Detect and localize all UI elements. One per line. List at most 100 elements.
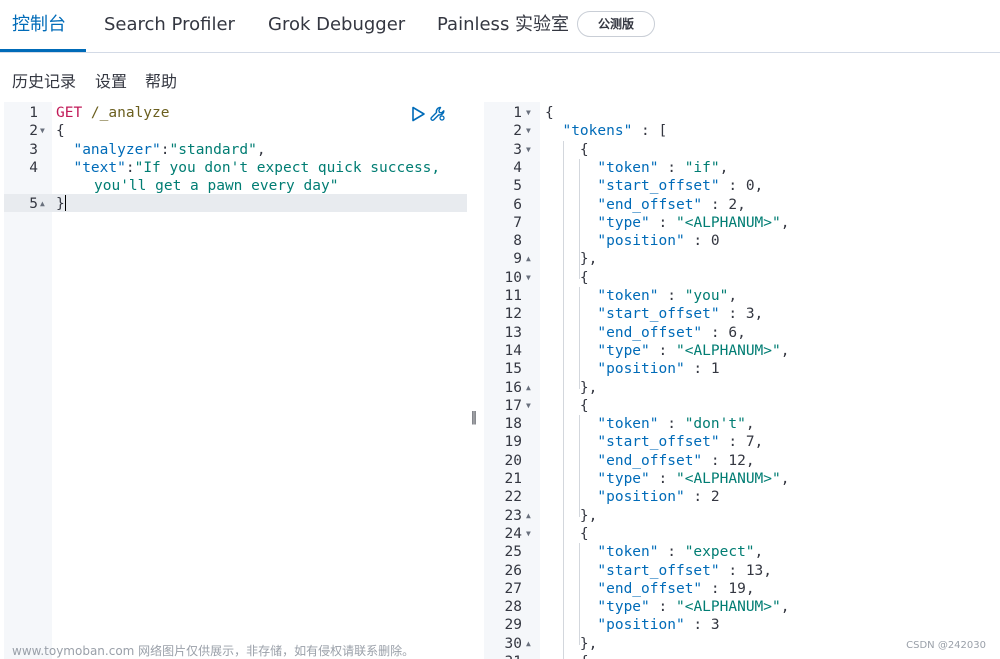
request-line-2: 2 ▼ { [4,122,467,140]
response-code: "start_offset" : 0, [597,178,764,195]
type-value: "<ALPHANUM>" [675,342,781,359]
tab-search-profiler[interactable]: Search Profiler [104,0,235,50]
response-line: 2 ▼ "tokens" : [ [484,122,1000,140]
fold-close-icon[interactable]: ▲ [526,250,531,268]
response-code: "type" : "<ALPHANUM>", [597,471,790,487]
response-line: 4 "token" : "if", [484,159,1000,177]
text-value-part-2: you'll get a pawn every day" [94,178,339,194]
panel-resizer-handle[interactable]: ‖ [470,410,478,426]
response-editor[interactable]: 1 ▼{2 ▼ "tokens" : [3 ▼ {4 "token" : "if", 5… [484,102,1000,659]
wrench-icon[interactable] [430,106,446,122]
line-number: 9 [513,251,522,268]
request-line-4-wrap: you'll get a pawn every day" [4,177,467,195]
response-code: }, [545,379,598,396]
close-brace: } [56,195,67,212]
response-line: 1 ▼ { [484,104,1000,122]
response-code: "token" : "you", [597,288,738,304]
fold-close-icon[interactable]: ▲ [526,507,531,525]
type-value: "<ALPHANUM>" [675,471,781,487]
response-code: "token" : "if", [597,159,729,176]
indent-guide [579,158,580,279]
fold-open-icon[interactable]: ▼ [526,122,531,140]
line-number: 2 [513,123,522,140]
response-line: 22 "position" : 2 [484,488,1000,506]
position-value: 1 [710,361,720,378]
response-line: 29 "position" : 3 [484,616,1000,634]
type-value: "<ALPHANUM>" [675,214,781,231]
text-key: "text" [73,160,126,176]
response-line: 6 "end_offset" : 2, [484,196,1000,214]
response-line: 10 ▼ { [484,269,1000,287]
response-code: "position" : 3 [597,617,720,634]
start-offset-value: 7 [745,434,755,451]
analyzer-value: "standard" [169,141,257,158]
line-number: 15 [504,361,522,378]
fold-open-icon[interactable]: ▼ [526,269,531,287]
beta-badge: 公测版 [577,11,655,37]
tab-console[interactable]: 控制台 [12,0,66,50]
position-value: 2 [710,489,720,506]
watermark-text: www.toymoban.com 网络图片仅供展示，非存储，如有侵权请联系删除。 [12,644,415,658]
request-method: GET [56,105,83,121]
response-line: 21 "type" : "<ALPHANUM>", [484,470,1000,488]
response-code: "end_offset" : 2, [597,196,746,213]
fold-close-icon[interactable]: ▲ [526,635,531,653]
response-code: }, [545,251,598,268]
line-number: 30 [504,635,522,652]
line-number: 24 [504,525,522,542]
line-number: 25 [504,544,522,561]
response-line: 26 "start_offset" : 13, [484,562,1000,580]
line-number: 13 [504,324,522,341]
line-number: 31 [484,653,522,659]
fold-open-icon[interactable]: ▼ [526,104,531,122]
fold-close-icon[interactable]: ▲ [526,379,531,397]
menu-help[interactable]: 帮助 [145,70,177,94]
fold-open-icon[interactable]: ▼ [526,525,531,543]
response-line: 16 ▲ }, [484,379,1000,397]
request-line-5: 5 ▲ } [4,195,467,213]
line-number: 28 [504,599,522,616]
request-editor[interactable]: 1 GET /_analyze 2 ▼ { 3 "analyzer":"stan… [4,102,467,659]
response-code: { [545,653,589,659]
response-code: }, [545,507,598,524]
response-line: 27 "end_offset" : 19, [484,580,1000,598]
line-number: 22 [504,489,522,506]
end-offset-value: 2 [728,196,738,213]
line-number: 4 [29,160,38,176]
response-line: 19 "start_offset" : 7, [484,433,1000,451]
fold-open-icon[interactable]: ▼ [526,141,531,159]
fold-open-icon[interactable]: ▼ [526,653,531,659]
credit-text: CSDN @242030 [906,640,986,651]
line-number: 5 [513,178,522,195]
response-code: { [545,105,554,121]
line-number: 3 [29,141,38,158]
fold-open-icon[interactable]: ▼ [526,397,531,415]
end-offset-value: 19 [728,580,746,597]
start-offset-value: 0 [745,178,755,195]
menu-settings[interactable]: 设置 [95,70,127,94]
line-number: 5 [29,196,38,212]
response-code: "type" : "<ALPHANUM>", [597,342,790,359]
top-tab-bar: 控制台 Search Profiler Grok Debugger Painle… [0,0,1000,53]
active-tab-indicator [0,49,86,52]
menu-history[interactable]: 历史记录 [12,70,76,94]
tab-painless-lab[interactable]: Painless 实验室 [437,0,569,50]
tab-grok-debugger[interactable]: Grok Debugger [268,0,405,50]
line-number: 10 [504,269,522,286]
start-offset-value: 3 [745,306,755,323]
fold-close-icon[interactable]: ▲ [40,195,45,213]
response-line: 3 ▼ { [484,141,1000,159]
fold-open-icon[interactable]: ▼ [40,122,45,140]
response-line: 11 "token" : "you", [484,287,1000,305]
line-number: 4 [513,159,522,176]
run-request-icon[interactable] [410,106,426,122]
response-code: { [545,269,589,286]
response-code: "start_offset" : 3, [597,306,764,323]
line-number: 27 [504,580,522,597]
response-code: { [545,397,589,414]
end-offset-value: 12 [728,452,746,469]
line-number: 14 [504,342,522,359]
line-number: 2 [29,123,38,139]
line-number: 8 [513,233,522,250]
response-line: 20 "end_offset" : 12, [484,452,1000,470]
